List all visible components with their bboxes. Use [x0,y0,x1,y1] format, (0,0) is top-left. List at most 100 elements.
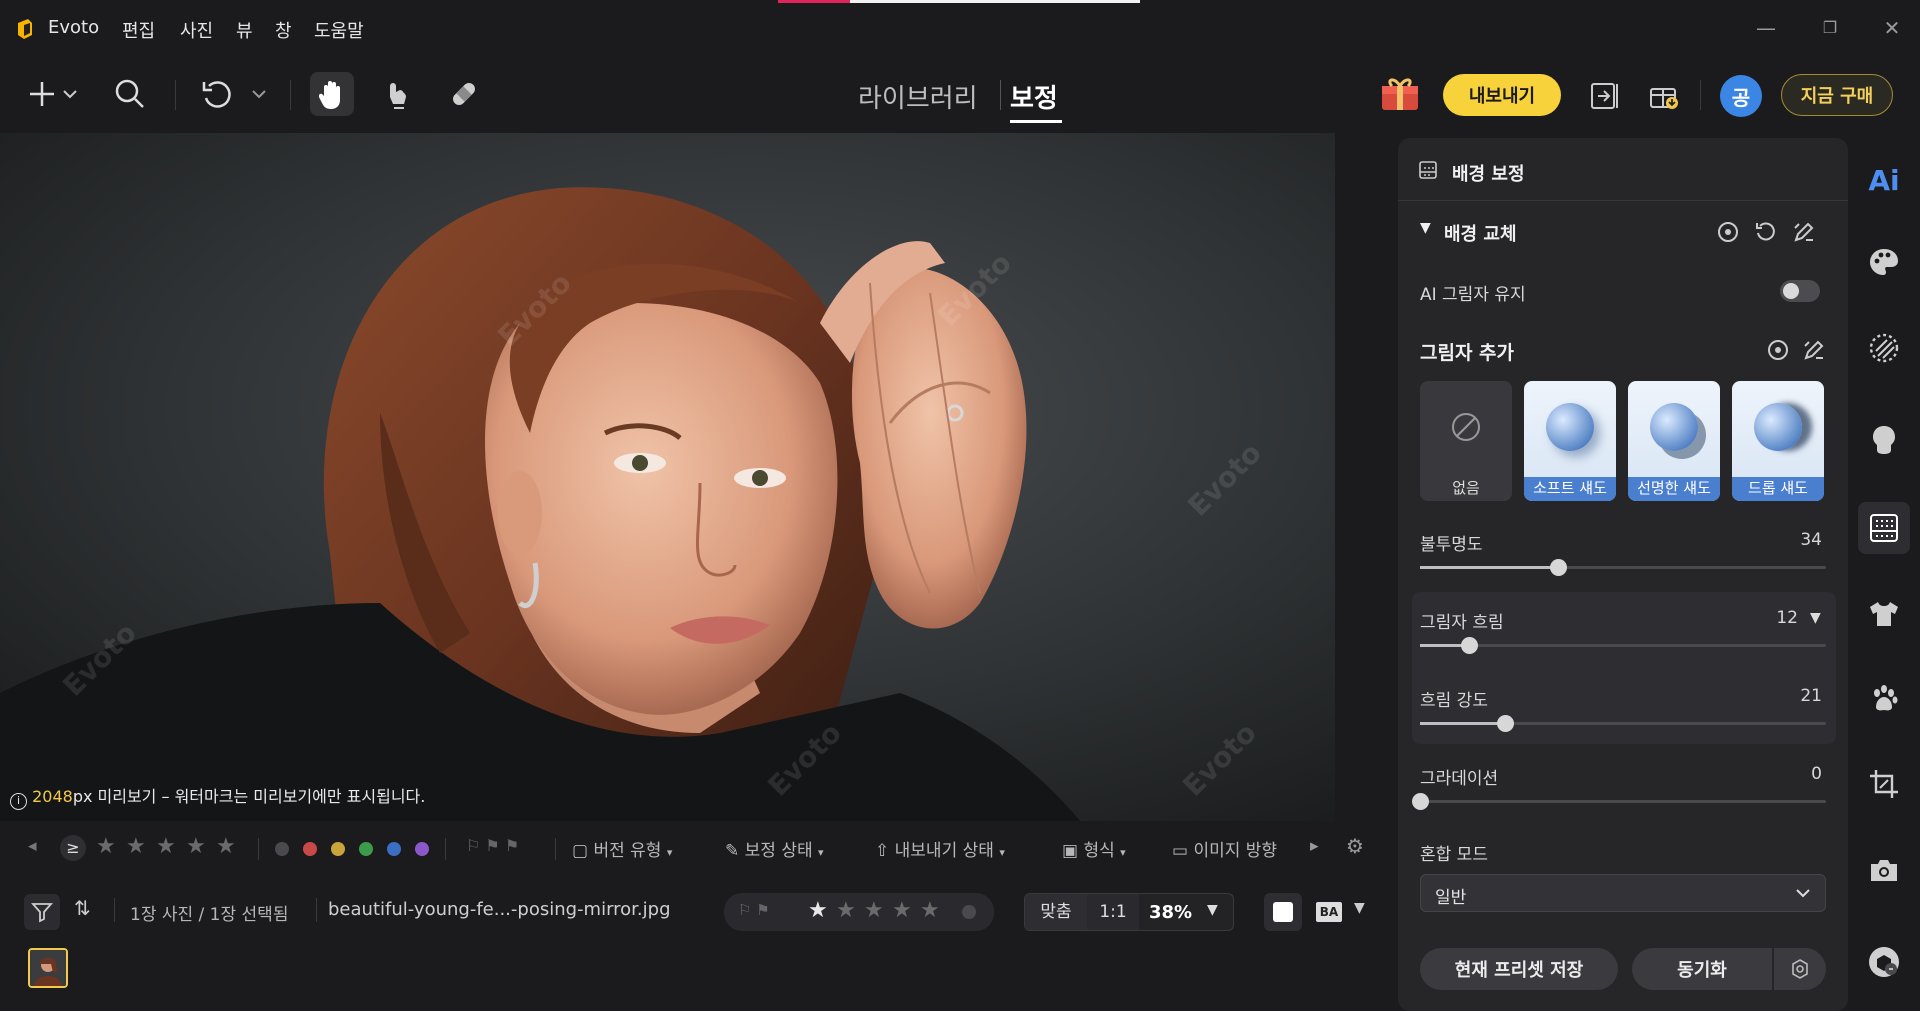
chevron-down-icon[interactable]: ▼ [1207,902,1218,918]
background-button[interactable] [1858,502,1910,554]
reset-button[interactable] [1754,220,1778,248]
slider-knob[interactable] [1412,793,1429,810]
pet-button[interactable] [1858,672,1910,724]
ai-tools-button[interactable]: Ai [1858,154,1910,206]
color-filter-dot[interactable] [359,842,373,856]
heal-tool-button[interactable] [442,72,486,116]
color-filter-dot[interactable] [303,842,317,856]
avatar[interactable]: 공 [1720,75,1762,117]
tab-library[interactable]: 라이브러리 [858,78,978,115]
minimize-button[interactable]: — [1752,14,1780,42]
flag-filters[interactable]: ⚐ ⚑ ⚑ [466,836,519,855]
undo-dropdown[interactable] [247,72,271,116]
color-filter-dot[interactable] [275,842,289,856]
visibility-button[interactable] [1716,220,1740,248]
color-label-dot[interactable] [962,905,976,919]
gift-download-button[interactable] [1648,78,1680,114]
slider-knob[interactable] [1550,559,1568,576]
panel-export-button[interactable] [1590,82,1620,114]
add-dropdown[interactable] [58,72,82,116]
retouch-status-filter[interactable]: ✎ 보정 상태 ▾ [725,836,824,861]
filter-star-4[interactable]: ★ [186,834,206,859]
blur-intensity-slider[interactable] [1420,715,1826,732]
rating-gte-toggle[interactable]: ≥ [60,835,86,861]
blur-intensity-value[interactable]: 21 [1760,686,1822,706]
filter-next-arrow[interactable]: ▸ [1310,836,1319,856]
slider-knob[interactable] [1460,637,1478,654]
flag-icons[interactable]: ⚐ ⚑ [738,901,770,919]
hand-tool-button[interactable] [310,72,354,116]
restore-button[interactable]: ❐ [1816,14,1844,42]
edit-mask-button[interactable] [1792,220,1816,248]
chevron-down-icon[interactable]: ▼ [1354,900,1365,916]
rating-star-2[interactable]: ★ [836,898,856,923]
crop-button[interactable] [1858,758,1910,810]
gradation-value[interactable]: 0 [1760,764,1822,784]
brush-tool-button[interactable] [376,72,420,116]
caret-down-icon[interactable]: ▼ [1810,610,1821,626]
close-button[interactable]: ✕ [1878,14,1906,42]
shadow-edit-button[interactable] [1802,338,1826,366]
version-type-filter[interactable]: ▢ 버전 유형 ▾ [572,836,672,861]
buy-now-button[interactable]: 지금 구매 [1781,74,1893,116]
app-name[interactable]: Evoto [48,17,99,38]
orientation-filter[interactable]: ▭ 이미지 방향 [1172,836,1277,861]
opacity-value[interactable]: 34 [1760,530,1822,550]
format-filter[interactable]: ▣ 형식 ▾ [1062,836,1126,861]
shadow-visibility-button[interactable] [1766,338,1790,366]
menu-edit[interactable]: 편집 [122,17,155,43]
search-button[interactable] [108,72,152,116]
filter-star-2[interactable]: ★ [126,834,146,859]
help-button[interactable] [1858,936,1910,988]
filter-star-3[interactable]: ★ [156,834,176,859]
rating-star-4[interactable]: ★ [892,898,912,923]
undo-button[interactable] [195,72,239,116]
shadow-blur-value[interactable]: 12 [1748,608,1798,628]
zoom-level[interactable]: 38% [1149,902,1192,923]
rating-star-3[interactable]: ★ [864,898,884,923]
filter-star-5[interactable]: ★ [216,834,236,859]
camera-button[interactable] [1858,844,1910,896]
color-palette-button[interactable] [1858,236,1910,288]
menu-view[interactable]: 뷰 [236,17,253,43]
rating-star-1[interactable]: ★ [808,898,828,923]
menu-help[interactable]: 도움말 [314,17,364,43]
menu-photo[interactable]: 사진 [180,17,213,43]
shadow-option-soft[interactable]: 소프트 섀도 [1524,381,1616,501]
filter-prev-arrow[interactable]: ◂ [28,836,37,856]
shadow-option-none[interactable]: 없음 [1420,381,1512,501]
filter-settings-icon[interactable]: ⚙ [1346,834,1364,858]
before-after-button[interactable]: BA [1316,902,1342,922]
shadow-option-sharp[interactable]: 선명한 섀도 [1628,381,1720,501]
filter-toggle-button[interactable] [24,894,60,930]
sort-button[interactable]: ⇅ [74,896,91,920]
single-view-button[interactable] [1264,893,1302,931]
shadow-option-drop[interactable]: 드롭 섀도 [1732,381,1824,501]
caret-down-icon[interactable]: ▼ [1420,220,1431,236]
save-preset-button[interactable]: 현재 프리셋 저장 [1420,948,1618,990]
export-status-filter[interactable]: ⇧ 내보내기 상태 ▾ [875,836,1005,861]
texture-button[interactable] [1858,322,1910,374]
filter-star-1[interactable]: ★ [96,834,116,859]
shadow-blur-slider[interactable] [1420,637,1826,654]
rating-star-5[interactable]: ★ [920,898,940,923]
tab-retouch[interactable]: 보정 [1010,78,1058,115]
color-filter-dot[interactable] [387,842,401,856]
color-filter-dot[interactable] [331,842,345,856]
sync-button[interactable]: 동기화 [1632,948,1772,990]
photo-canvas[interactable]: Evoto Evoto Evoto Evoto Evoto Evoto i 20… [0,133,1358,821]
sync-settings-button[interactable] [1774,948,1826,990]
menu-window[interactable]: 창 [275,17,292,43]
face-retouch-button[interactable] [1858,414,1910,466]
zoom-fit-button[interactable]: 맞춤 [1025,894,1087,930]
section-title[interactable]: 배경 교체 [1444,220,1517,246]
thumbnail[interactable] [28,948,68,988]
color-filter-dot[interactable] [415,842,429,856]
gradation-slider[interactable] [1412,793,1826,810]
gift-box-button[interactable] [1380,76,1420,116]
blend-mode-select[interactable]: 일반 [1420,874,1826,912]
opacity-slider[interactable] [1420,559,1826,576]
zoom-1to1-button[interactable]: 1:1 [1087,894,1139,930]
clothing-button[interactable] [1858,588,1910,640]
export-button[interactable]: 내보내기 [1443,74,1561,116]
